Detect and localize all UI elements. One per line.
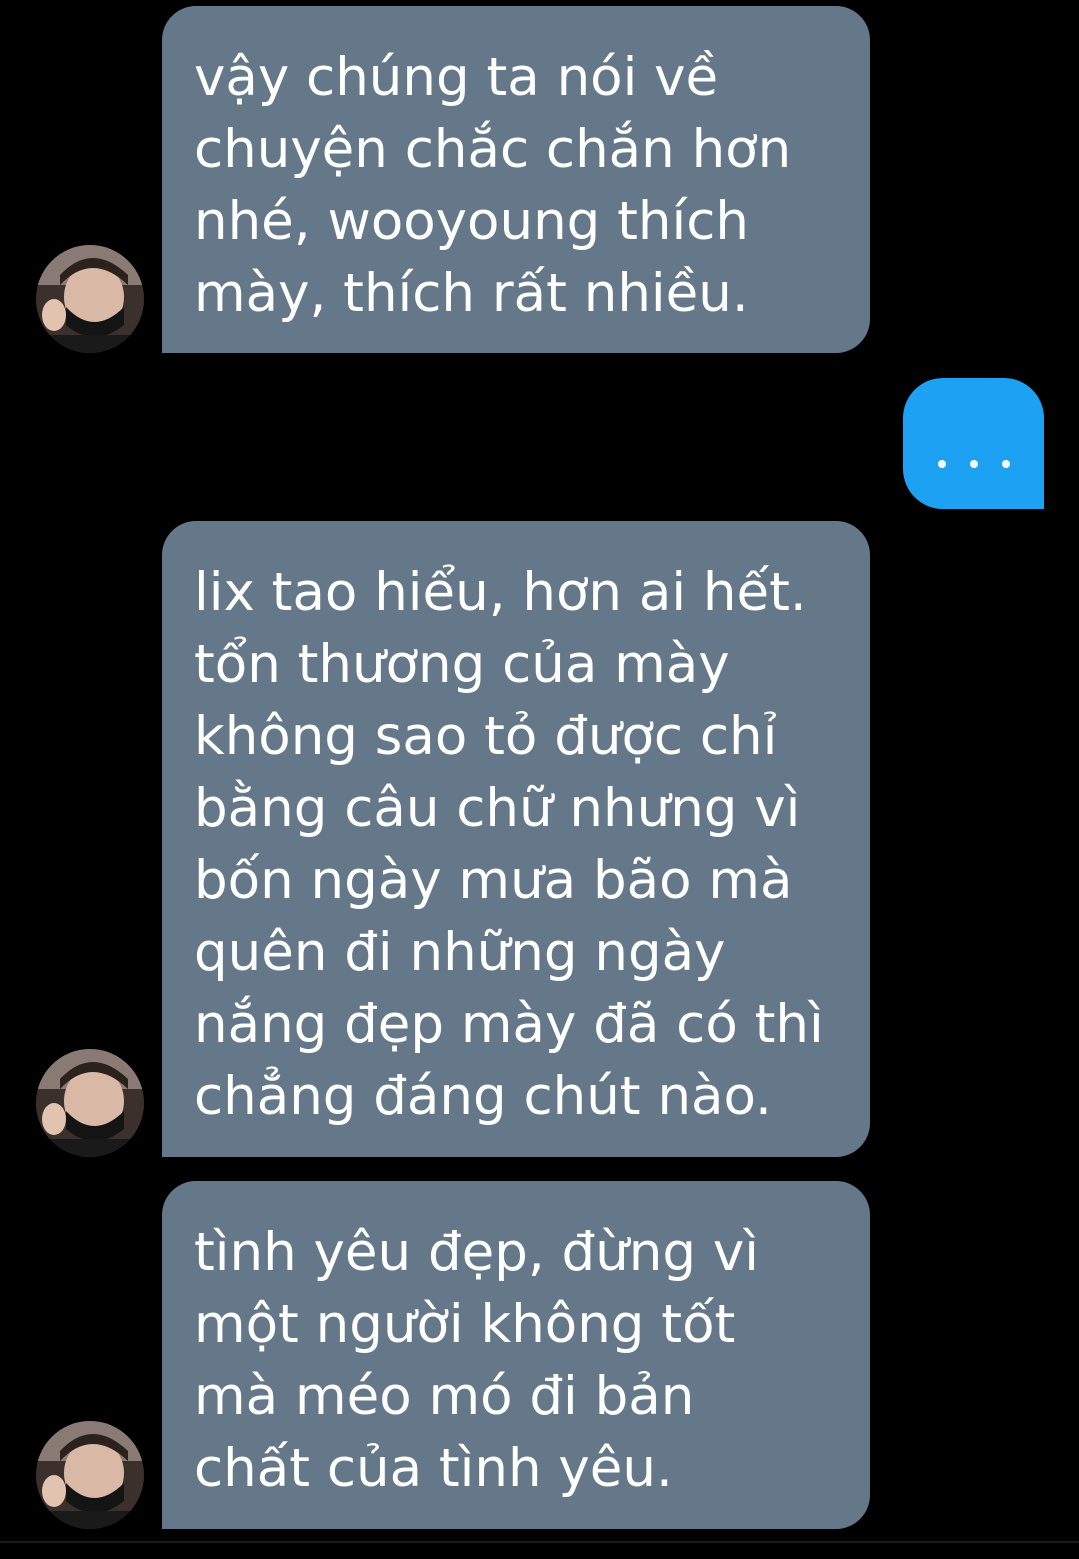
avatar-photo-icon bbox=[36, 1421, 144, 1529]
incoming-message-bubble[interactable]: tình yêu đẹp, đừng vì một người không tố… bbox=[162, 1181, 870, 1529]
chat-thread: vậy chúng ta nói về chuyện chắc chắn hơn… bbox=[0, 0, 1079, 1559]
contact-avatar[interactable] bbox=[36, 1421, 144, 1529]
dot bbox=[1001, 460, 1010, 468]
avatar-photo-icon bbox=[36, 245, 144, 353]
incoming-message-bubble[interactable]: vậy chúng ta nói về chuyện chắc chắn hơn… bbox=[162, 6, 870, 353]
divider bbox=[0, 1541, 1079, 1543]
ellipsis-icon bbox=[903, 460, 1044, 468]
incoming-message-bubble[interactable]: lix tao hiểu, hơn ai hết. tổn thương của… bbox=[162, 521, 870, 1157]
dot bbox=[937, 460, 946, 468]
dot bbox=[969, 460, 978, 468]
avatar-photo-icon bbox=[36, 1049, 144, 1157]
contact-avatar[interactable] bbox=[36, 1049, 144, 1157]
outgoing-message-bubble[interactable] bbox=[903, 378, 1044, 509]
contact-avatar[interactable] bbox=[36, 245, 144, 353]
